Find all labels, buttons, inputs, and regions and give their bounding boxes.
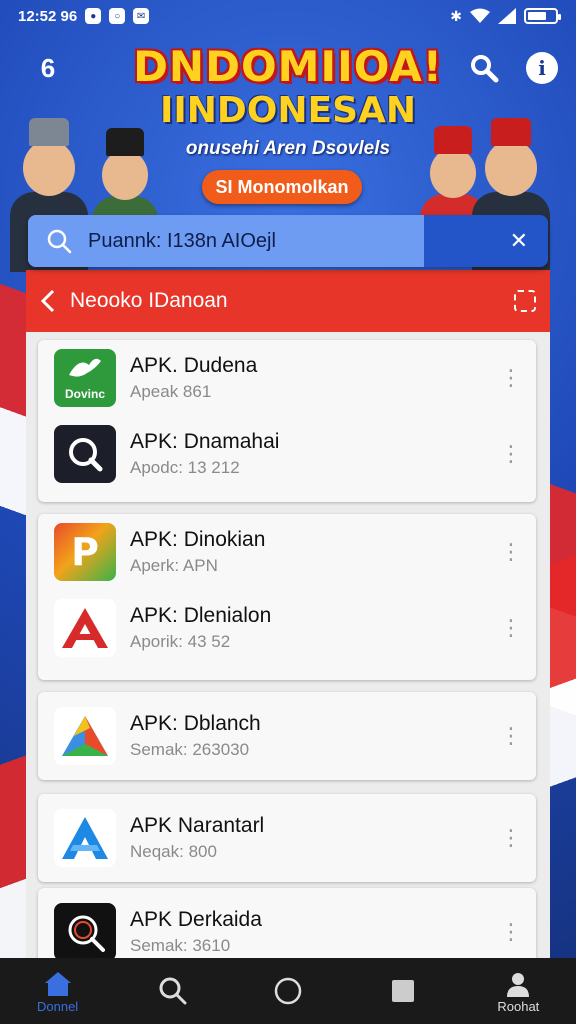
more-options-icon[interactable]: ⋮: [500, 541, 522, 563]
colorful-triangle-icon: [54, 707, 116, 765]
dark-lens-icon: [54, 903, 116, 961]
banner-tagline: onusehi Aren Dsovlels: [185, 138, 391, 159]
bottom-navigation: Donnel Roohat: [0, 958, 576, 1024]
wifi-icon: [470, 8, 490, 23]
circle-app-icon: ○: [109, 8, 126, 24]
home-icon: [44, 971, 71, 996]
app-subtitle: Aporik: 43 52: [130, 632, 231, 651]
list-item[interactable]: APK: Dblanch Semak: 263030 ⋮: [38, 692, 536, 780]
more-options-icon[interactable]: ⋮: [500, 443, 522, 465]
red-a-icon: [54, 599, 116, 657]
list-item[interactable]: APK Narantarl Neqak: 800 ⋮: [38, 794, 536, 882]
notification-icon: ●: [85, 8, 102, 24]
nav-profile[interactable]: Roohat: [478, 969, 558, 1014]
mail-icon: ✉: [133, 8, 150, 24]
app-group: Dovinc APK. Dudena Apeak 861 ⋮ APK: Dnam…: [38, 340, 536, 502]
bluetooth-icon: ✱: [450, 7, 462, 24]
nav-home-label: Donnel: [36, 998, 79, 1014]
status-time: 12:52 96: [18, 7, 78, 25]
scan-icon[interactable]: [514, 290, 536, 312]
banner-subtitle: IINDONESAN: [159, 90, 417, 131]
app-list-panel: Neooko IDanoan Dovinc APK. Dudena Apeak …: [26, 270, 550, 961]
app-group: P APK: Dinokian Aperk: APN ⋮ APK: Dlenia…: [38, 514, 536, 680]
icon-label: Dovinc: [64, 387, 105, 401]
list-item[interactable]: Dovinc APK. Dudena Apeak 861 ⋮: [38, 340, 536, 416]
more-options-icon[interactable]: ⋮: [500, 367, 522, 389]
panel-title: Neooko IDanoan: [70, 289, 228, 312]
app-name: APK: Dlenialon: [130, 604, 272, 627]
more-options-icon[interactable]: ⋮: [500, 725, 522, 747]
search-icon: [47, 229, 72, 254]
app-name: APK: Dblanch: [130, 712, 261, 735]
profile-icon: [507, 972, 530, 997]
app-subtitle: Aperk: APN: [130, 556, 218, 575]
nav-profile-label: Roohat: [497, 998, 540, 1014]
more-options-icon[interactable]: ⋮: [500, 921, 522, 943]
app-group: APK Narantarl Neqak: 800 ⋮: [38, 794, 536, 882]
close-icon[interactable]: ✕: [510, 228, 528, 254]
app-subtitle: Apeak 861: [130, 382, 212, 401]
search-bar[interactable]: Puannk: I138n AIOejl ✕: [28, 215, 548, 267]
search-icon: [159, 977, 187, 1005]
status-bar: 12:52 96 ● ○ ✉ ✱: [0, 0, 576, 32]
app-subtitle: Apodc: 13 212: [130, 458, 240, 477]
more-options-icon[interactable]: ⋮: [500, 827, 522, 849]
app-name: APK Narantarl: [130, 814, 265, 837]
battery-icon: [524, 8, 561, 24]
app-subtitle: Neqak: 800: [130, 842, 217, 861]
back-chevron-icon[interactable]: [40, 289, 56, 313]
app-subtitle: Semak: 3610: [130, 936, 231, 955]
more-options-icon[interactable]: ⋮: [500, 617, 522, 639]
square-icon: [392, 980, 415, 1002]
nav-search[interactable]: [133, 976, 213, 1006]
banner-title: DNDOMIIOA!: [133, 42, 443, 91]
dove-icon: Dovinc: [54, 349, 116, 407]
nav-circle[interactable]: [248, 976, 328, 1006]
banner-cta-button[interactable]: SI Monomolkan: [202, 170, 362, 204]
app-group: APK: Dblanch Semak: 263030 ⋮: [38, 692, 536, 780]
search-input[interactable]: Puannk: I138n AIOejl: [28, 215, 424, 267]
search-placeholder: Puannk: I138n AIOejl: [88, 229, 276, 252]
signal-icon: [498, 8, 516, 24]
list-item[interactable]: APK: Dnamahai Apodc: 13 212 ⋮: [38, 416, 536, 492]
app-name: APK Derkaida: [130, 908, 262, 931]
app-name: APK: Dnamahai: [130, 430, 280, 453]
circle-icon: [274, 977, 302, 1005]
nav-home[interactable]: Donnel: [18, 969, 98, 1014]
app-subtitle: Semak: 263030: [130, 740, 250, 759]
blue-a-icon: [54, 809, 116, 867]
list-item[interactable]: P APK: Dinokian Aperk: APN ⋮: [38, 514, 536, 590]
search-lens-icon: [54, 425, 116, 483]
nav-square[interactable]: [363, 976, 443, 1006]
play-p-icon: P: [54, 523, 116, 581]
list-item[interactable]: APK: Dlenialon Aporik: 43 52 ⋮: [38, 590, 536, 666]
panel-header: Neooko IDanoan: [26, 270, 550, 332]
app-name: APK. Dudena: [130, 354, 258, 377]
app-group: APK Derkaida Semak: 3610 ⋮: [38, 888, 536, 961]
app-name: APK: Dinokian: [130, 528, 266, 551]
